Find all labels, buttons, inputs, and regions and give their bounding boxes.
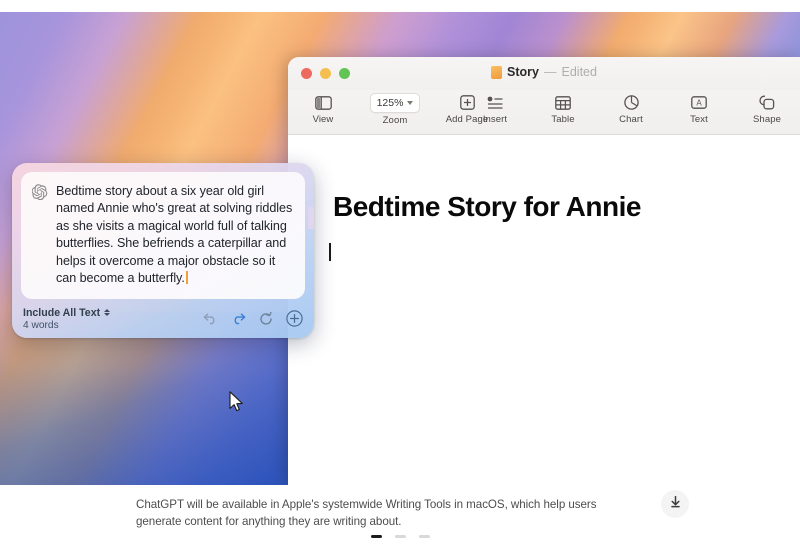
chatgpt-writing-tools-popover: Bedtime story about a six year old girl … bbox=[12, 163, 314, 339]
pages-window: Story — Edited View 125% Zoom Add Page I… bbox=[288, 57, 800, 485]
app-toolbar: View 125% Zoom Add Page Insert Table Cha… bbox=[288, 90, 800, 135]
word-count-label: 4 words bbox=[23, 319, 59, 331]
toolbar-left-group: View 125% Zoom Add Page bbox=[300, 93, 490, 126]
redo-arrow-icon[interactable] bbox=[231, 312, 246, 325]
shape-icon bbox=[759, 93, 775, 112]
toolbar-chart-label: Chart bbox=[619, 114, 643, 125]
plus-circle-icon[interactable] bbox=[286, 310, 303, 328]
footer-action-group bbox=[203, 310, 303, 328]
toolbar-table-button[interactable]: Table bbox=[540, 93, 586, 125]
mouse-cursor bbox=[229, 391, 244, 417]
refresh-arrow-icon[interactable] bbox=[259, 311, 273, 326]
popover-tail bbox=[308, 207, 314, 229]
window-titlebar: Story — Edited bbox=[288, 57, 800, 90]
pagination-dot-3[interactable] bbox=[418, 535, 430, 538]
prompt-bubble[interactable]: Bedtime story about a six year old girl … bbox=[21, 172, 305, 300]
toolbar-view-button[interactable]: View bbox=[300, 93, 346, 125]
toolbar-zoom-control[interactable]: 125% Zoom bbox=[366, 93, 424, 126]
typing-caret bbox=[185, 271, 188, 285]
prompt-text: Bedtime story about a six year old girl … bbox=[56, 184, 293, 286]
svg-text:A: A bbox=[696, 98, 702, 107]
toolbar-insert-button[interactable]: Insert bbox=[472, 93, 518, 125]
document-title: Story bbox=[507, 65, 539, 79]
caption-text: ChatGPT will be available in Apple's sys… bbox=[136, 498, 597, 528]
include-all-text-selector[interactable]: Include All Text bbox=[23, 306, 111, 319]
sidebar-panel-icon bbox=[314, 93, 332, 112]
edit-state-label: Edited bbox=[561, 65, 597, 79]
screenshot-image: Story — Edited View 125% Zoom Add Page I… bbox=[0, 12, 800, 485]
table-grid-icon bbox=[555, 93, 571, 112]
pagination-dots bbox=[0, 535, 800, 538]
toolbar-view-label: View bbox=[312, 114, 334, 125]
toolbar-insert-label: Insert bbox=[482, 114, 508, 125]
text-box-icon: A bbox=[691, 93, 707, 112]
popover-footer: Include All Text 4 words bbox=[12, 299, 314, 338]
chevron-down-icon bbox=[407, 101, 414, 105]
text-cursor bbox=[329, 243, 331, 261]
zoom-value: 125% bbox=[376, 97, 404, 109]
toolbar-zoom-label: Zoom bbox=[382, 115, 408, 126]
download-arrow-icon bbox=[669, 495, 682, 513]
toolbar-shape-button[interactable]: Shape bbox=[744, 93, 790, 125]
toolbar-right-group: Insert Table Chart A Text Shape bbox=[472, 93, 800, 125]
include-all-text-label: Include All Text bbox=[23, 306, 101, 319]
toolbar-text-label: Text bbox=[690, 114, 708, 125]
page-root: Story — Edited View 125% Zoom Add Page I… bbox=[0, 0, 800, 560]
toolbar-shape-label: Shape bbox=[753, 114, 781, 125]
pagination-dot-2[interactable] bbox=[394, 535, 406, 538]
footer-left-group: Include All Text 4 words bbox=[23, 306, 111, 331]
toolbar-chart-button[interactable]: Chart bbox=[608, 93, 654, 125]
document-canvas[interactable]: Bedtime Story for Annie bbox=[288, 135, 800, 485]
undo-arrow-icon[interactable] bbox=[203, 312, 218, 325]
toolbar-text-button[interactable]: A Text bbox=[676, 93, 722, 125]
pagination-dot-1[interactable] bbox=[370, 535, 382, 538]
window-title-group: Story — Edited bbox=[288, 65, 800, 79]
prompt-text-wrapper: Bedtime story about a six year old girl … bbox=[56, 183, 293, 287]
toolbar-table-label: Table bbox=[551, 114, 575, 125]
document-heading: Bedtime Story for Annie bbox=[333, 191, 641, 222]
pages-document-icon bbox=[491, 65, 503, 79]
pie-chart-icon bbox=[623, 93, 639, 112]
zoom-dropdown[interactable]: 125% bbox=[369, 93, 421, 113]
download-button[interactable] bbox=[661, 490, 689, 518]
insert-list-icon bbox=[487, 93, 504, 112]
openai-logo-icon bbox=[31, 184, 48, 205]
stepper-chevrons-icon bbox=[104, 309, 111, 317]
title-separator: — bbox=[544, 65, 557, 79]
